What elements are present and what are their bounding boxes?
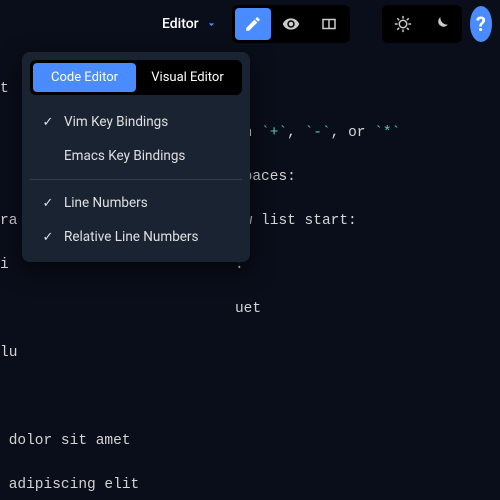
tab-code-editor[interactable]: Code Editor xyxy=(33,63,136,92)
check-icon: ✓ xyxy=(38,115,58,130)
menu-item-emacs[interactable]: Emacs Key Bindings xyxy=(30,139,242,173)
dark-theme-button[interactable] xyxy=(423,8,459,40)
toolbar: Editor ? xyxy=(0,0,500,48)
help-button[interactable]: ? xyxy=(470,6,492,42)
moon-icon xyxy=(432,15,450,33)
code-line: dolor sit amet xyxy=(0,430,500,452)
help-icon: ? xyxy=(476,12,486,36)
menu-item-label: Line Numbers xyxy=(64,195,148,211)
check-icon: ✓ xyxy=(38,230,58,245)
light-theme-button[interactable] xyxy=(385,8,421,40)
editor-mode-label: Editor xyxy=(162,16,199,32)
code-line: uet xyxy=(0,298,500,320)
menu-item-label: Vim Key Bindings xyxy=(64,114,168,130)
preview-mode-button[interactable] xyxy=(273,8,309,40)
split-mode-button[interactable] xyxy=(311,8,347,40)
menu-item-line-numbers[interactable]: ✓ Line Numbers xyxy=(30,186,242,220)
editor-mode-dropdown-trigger[interactable]: Editor xyxy=(156,12,224,36)
view-mode-group xyxy=(232,5,350,43)
eye-icon xyxy=(282,15,300,33)
pencil-icon xyxy=(244,15,262,33)
split-icon xyxy=(320,15,338,33)
menu-item-label: Relative Line Numbers xyxy=(64,229,198,245)
editor-dropdown-menu: Code Editor Visual Editor ✓ Vim Key Bind… xyxy=(22,52,250,262)
tab-visual-editor[interactable]: Visual Editor xyxy=(136,63,239,92)
menu-item-label: Emacs Key Bindings xyxy=(64,148,185,164)
menu-divider xyxy=(30,179,242,180)
sun-icon xyxy=(394,15,412,33)
menu-item-relative-line-numbers[interactable]: ✓ Relative Line Numbers xyxy=(30,220,242,254)
editor-type-tabs: Code Editor Visual Editor xyxy=(30,60,242,95)
code-line: lu xyxy=(0,342,500,364)
code-line: adipiscing elit xyxy=(0,474,500,496)
chevron-down-icon xyxy=(205,18,218,31)
theme-group xyxy=(382,5,462,43)
check-icon: ✓ xyxy=(38,196,58,211)
menu-item-vim[interactable]: ✓ Vim Key Bindings xyxy=(30,105,242,139)
edit-mode-button[interactable] xyxy=(235,8,271,40)
